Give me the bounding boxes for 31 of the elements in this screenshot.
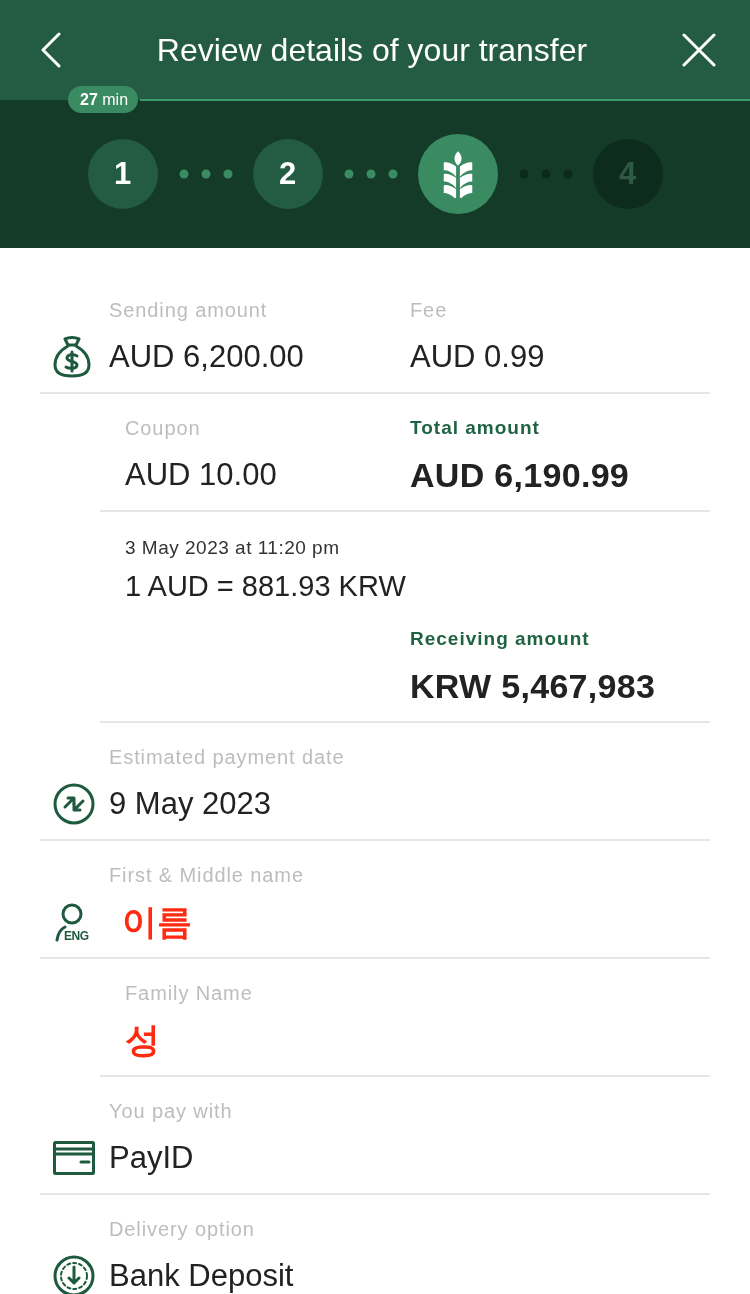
field-value: 이름 bbox=[121, 903, 192, 941]
timer-badge: 27 min bbox=[68, 86, 139, 113]
money-bag-icon bbox=[53, 336, 91, 378]
close-icon[interactable] bbox=[682, 33, 716, 67]
field-value: AUD 6,190.99 bbox=[410, 456, 630, 494]
card-icon bbox=[53, 1141, 95, 1175]
field-label: Delivery option bbox=[109, 1217, 255, 1241]
field-label: First & Middle name bbox=[109, 863, 304, 887]
exchange-arrows-icon bbox=[53, 783, 95, 825]
field-label: Estimated payment date bbox=[109, 745, 345, 769]
field-value: 9 May 2023 bbox=[109, 785, 271, 823]
step-indicator: 1 bbox=[87, 139, 158, 209]
back-icon[interactable] bbox=[40, 32, 62, 68]
field-value: AUD 0.99 bbox=[410, 338, 545, 376]
field-value: AUD 10.00 bbox=[125, 456, 277, 494]
field-value: 성 bbox=[125, 1021, 160, 1059]
step-indicator: 2 bbox=[252, 139, 323, 209]
field-label: Family Name bbox=[125, 981, 253, 1005]
field-value: Bank Deposit bbox=[109, 1257, 294, 1294]
field-label: You pay with bbox=[109, 1099, 233, 1123]
field-value: PayID bbox=[109, 1139, 194, 1177]
field-label: Total amount bbox=[410, 416, 540, 440]
field-value: AUD 6,200.00 bbox=[109, 338, 304, 376]
screen-title: Review details of your transfer bbox=[156, 31, 588, 70]
field-value: KRW 5,467,983 bbox=[410, 667, 656, 705]
field-label: Coupon bbox=[125, 416, 201, 440]
exchange-rate: 1 AUD = 881.93 KRW bbox=[125, 569, 406, 604]
field-label: Receiving amount bbox=[410, 627, 590, 651]
field-label: Sending amount bbox=[109, 298, 268, 322]
field-label: Fee bbox=[410, 298, 448, 322]
rate-timestamp: 3 May 2023 at 11:20 pm bbox=[125, 536, 340, 560]
